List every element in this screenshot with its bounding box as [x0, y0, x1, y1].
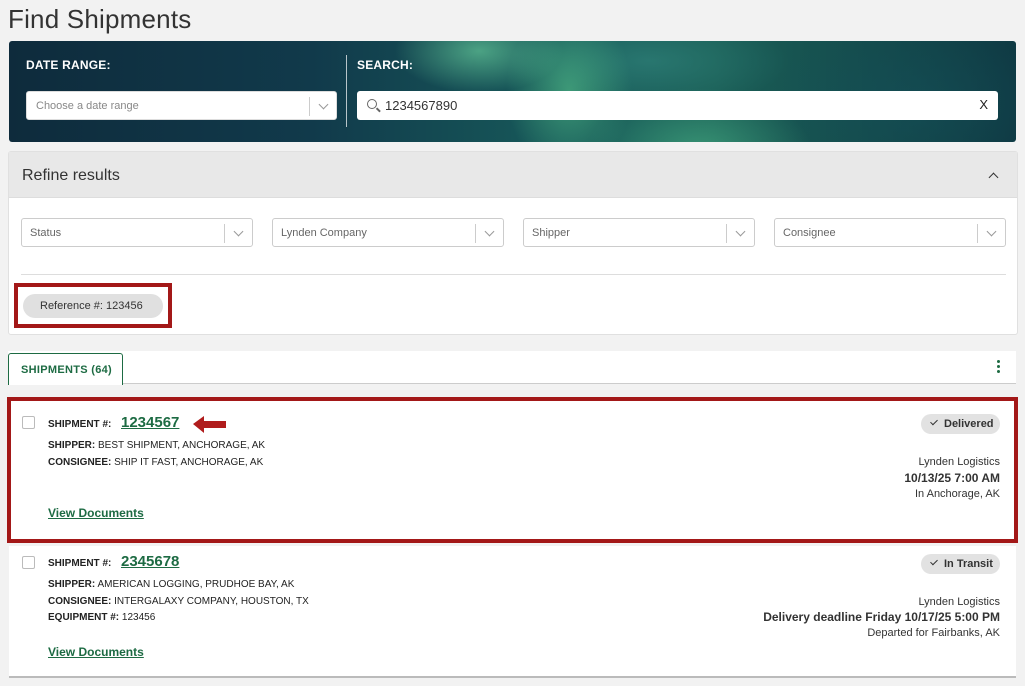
- chevron-down-icon: [233, 226, 244, 237]
- date-range-select[interactable]: Choose a date range: [26, 91, 337, 120]
- divider: [21, 274, 1006, 275]
- view-documents-link[interactable]: View Documents: [48, 506, 144, 520]
- search-icon: [367, 99, 377, 109]
- consignee-filter-label: Consignee: [783, 227, 836, 239]
- select-separator: [475, 224, 476, 243]
- tab-shipments[interactable]: SHIPMENTS (64): [8, 353, 123, 385]
- status-badge: In Transit: [921, 554, 1000, 574]
- chevron-down-icon: [318, 99, 329, 110]
- more-options-icon[interactable]: [997, 360, 1001, 375]
- shipment-card: SHIPMENT #: 2345678 SHIPPER: AMERICAN LO…: [9, 546, 1016, 678]
- view-documents-link[interactable]: View Documents: [48, 645, 144, 659]
- status-badge: Delivered: [921, 414, 1000, 434]
- search-label: SEARCH:: [357, 58, 414, 72]
- shipper-line: SHIPPER: AMERICAN LOGGING, PRUDHOE BAY, …: [48, 579, 295, 590]
- chevron-down-icon: [484, 226, 495, 237]
- shipment-number-link[interactable]: 2345678: [121, 553, 179, 570]
- consignee-line: CONSIGNEE: INTERGALAXY COMPANY, HOUSTON,…: [48, 596, 309, 607]
- shipment-checkbox[interactable]: [22, 556, 35, 569]
- consignee-value: SHIP IT FAST, ANCHORAGE, AK: [114, 457, 264, 468]
- chevron-up-icon[interactable]: [988, 172, 999, 183]
- page-title: Find Shipments: [8, 4, 192, 34]
- date-range-label: DATE RANGE:: [26, 58, 111, 72]
- equipment-value: 123456: [121, 612, 156, 623]
- shipment-checkbox[interactable]: [22, 416, 35, 429]
- check-icon: [930, 557, 938, 566]
- shipment-number-label: SHIPMENT #:: [48, 558, 112, 569]
- date-range-placeholder: Choose a date range: [36, 100, 139, 112]
- status-filter-label: Status: [30, 227, 62, 239]
- select-separator: [726, 224, 727, 243]
- lynden-company-filter-label: Lynden Company: [281, 227, 367, 239]
- shipper-line: SHIPPER: BEST SHIPMENT, ANCHORAGE, AK: [48, 440, 266, 451]
- search-value: 1234567890: [385, 98, 458, 113]
- refine-results-header[interactable]: Refine results: [9, 152, 1017, 198]
- reference-filter-chip[interactable]: Reference #: 123456: [23, 294, 163, 318]
- check-icon: [930, 417, 938, 426]
- status-filter[interactable]: Status: [21, 218, 253, 247]
- consignee-filter[interactable]: Consignee: [774, 218, 1006, 247]
- shipment-date: 10/13/25 7:00 AM: [904, 471, 1000, 485]
- search-input[interactable]: 1234567890 X: [357, 91, 998, 120]
- clear-search-button[interactable]: X: [979, 97, 988, 112]
- shipper-filter[interactable]: Shipper: [523, 218, 755, 247]
- chevron-down-icon: [735, 226, 746, 237]
- lynden-company-filter[interactable]: Lynden Company: [272, 218, 504, 247]
- shipment-card: SHIPMENT #: 1234567 SHIPPER: BEST SHIPME…: [9, 398, 1016, 540]
- tab-shipments-label: SHIPMENTS (64): [21, 364, 112, 376]
- select-separator: [224, 224, 225, 243]
- refine-results-panel: Refine results Status Lynden Company Shi…: [8, 151, 1018, 335]
- select-separator: [977, 224, 978, 243]
- shipment-location: Departed for Fairbanks, AK: [867, 627, 1000, 639]
- select-separator: [309, 97, 310, 116]
- reference-chip-label: Reference #: 123456: [40, 300, 143, 312]
- shipper-value: AMERICAN LOGGING, PRUDHOE BAY, AK: [97, 579, 295, 590]
- shipments-tab-bar: SHIPMENTS (64): [8, 351, 1016, 385]
- shipment-location: In Anchorage, AK: [914, 488, 1000, 500]
- status-badge-label: In Transit: [944, 558, 993, 570]
- shipper-filter-label: Shipper: [532, 227, 570, 239]
- shipper-value: BEST SHIPMENT, ANCHORAGE, AK: [98, 440, 266, 451]
- status-badge-label: Delivered: [944, 418, 994, 430]
- shipment-number-label: SHIPMENT #:: [48, 419, 112, 430]
- delivery-deadline: Delivery deadline Friday 10/17/25 5:00 P…: [763, 610, 1000, 624]
- shipment-number-link[interactable]: 1234567: [121, 414, 179, 431]
- arrow-left-icon: [193, 416, 226, 433]
- hero-divider: [346, 55, 347, 127]
- equipment-line: EQUIPMENT #: 123456: [48, 612, 156, 623]
- search-banner: DATE RANGE: Choose a date range SEARCH: …: [9, 41, 1016, 142]
- consignee-line: CONSIGNEE: SHIP IT FAST, ANCHORAGE, AK: [48, 457, 264, 468]
- refine-results-title: Refine results: [22, 167, 120, 184]
- consignee-value: INTERGALAXY COMPANY, HOUSTON, TX: [114, 596, 309, 607]
- chevron-down-icon: [986, 226, 997, 237]
- carrier-name: Lynden Logistics: [918, 456, 1000, 468]
- carrier-name: Lynden Logistics: [918, 596, 1000, 608]
